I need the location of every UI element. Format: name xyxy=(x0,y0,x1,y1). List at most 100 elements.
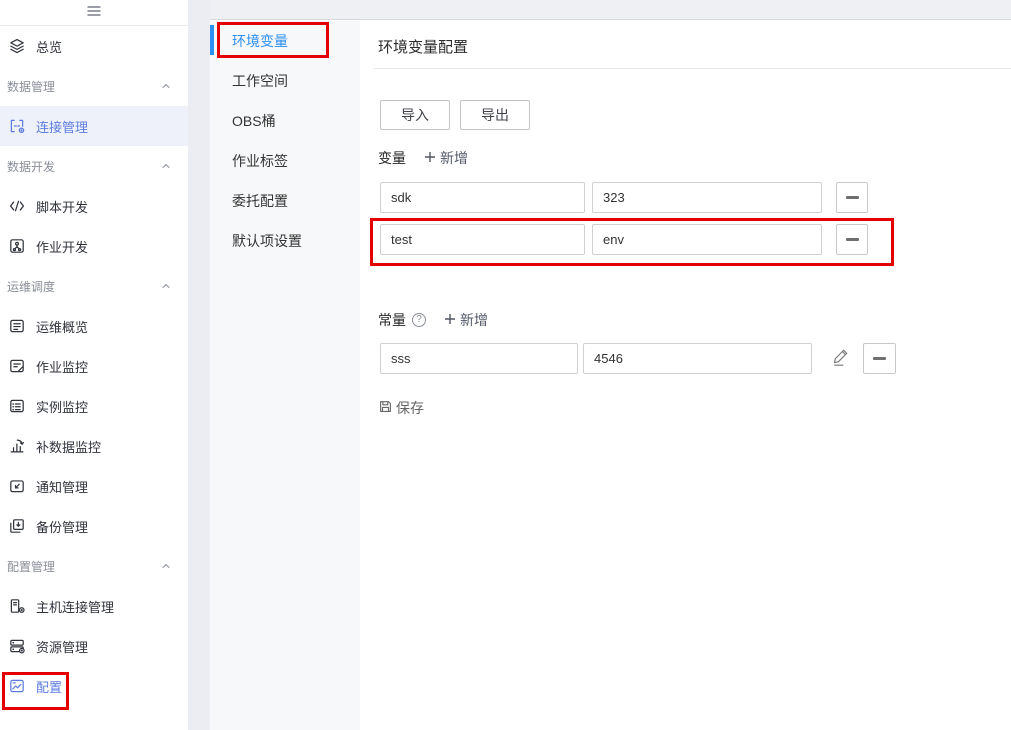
overview-list-icon xyxy=(8,317,26,335)
constant-name-input[interactable] xyxy=(380,343,578,374)
variable-name-input[interactable] xyxy=(380,224,585,255)
sidebar-item-label: 总览 xyxy=(36,39,63,55)
sidebar-item-notification[interactable]: 通知管理 xyxy=(0,466,188,506)
minus-icon xyxy=(845,238,859,241)
layers-icon xyxy=(8,37,26,55)
variable-row xyxy=(380,224,868,255)
plus-icon xyxy=(444,312,456,328)
chevron-up-icon xyxy=(160,560,172,572)
sidebar-item-label: 备份管理 xyxy=(36,519,89,535)
import-export-toolbar: 导入 导出 xyxy=(380,100,530,130)
sidebar-gutter xyxy=(188,0,210,730)
job-icon xyxy=(8,237,26,255)
sidebar-item-overview-list[interactable]: 运维概览 xyxy=(0,306,188,346)
sidebar-group-label: 运维调度 xyxy=(7,279,56,294)
variables-label: 变量 xyxy=(378,150,406,166)
connection-icon xyxy=(8,117,26,135)
script-icon xyxy=(8,197,26,215)
edit-constant-button[interactable] xyxy=(828,343,854,374)
sidebar-item-host[interactable]: 主机连接管理 xyxy=(0,586,188,626)
constant-value-input[interactable] xyxy=(583,343,812,374)
save-label: 保存 xyxy=(396,400,424,416)
sidebar-item-label: 作业监控 xyxy=(36,359,89,375)
sidebar-group-header[interactable]: 数据管理 xyxy=(0,66,188,106)
variable-row xyxy=(380,182,868,213)
sidebar: 总览数据管理连接管理数据开发脚本开发作业开发运维调度运维概览作业监控实例监控补数… xyxy=(0,0,188,730)
help-icon[interactable] xyxy=(412,313,426,327)
settings-tab-panel: 环境变量 工作空间 OBS桶 作业标签 委托配置 默认项设置 xyxy=(210,21,360,730)
variables-rows xyxy=(380,182,868,266)
sidebar-item-instance-monitor[interactable]: 实例监控 xyxy=(0,386,188,426)
sidebar-item-label: 实例监控 xyxy=(36,399,89,415)
sidebar-item-data-chart[interactable]: 补数据监控 xyxy=(0,426,188,466)
page-title: 环境变量配置 xyxy=(378,39,469,56)
sidebar-group-label: 数据开发 xyxy=(7,159,56,174)
constant-row xyxy=(380,343,896,374)
notification-icon xyxy=(8,477,26,495)
sidebar-item-label: 资源管理 xyxy=(36,639,89,655)
sidebar-item-job-monitor[interactable]: 作业监控 xyxy=(0,346,188,386)
sidebar-group-header[interactable]: 数据开发 xyxy=(0,146,188,186)
save-button[interactable]: 保存 xyxy=(378,398,424,418)
title-divider xyxy=(374,68,1011,69)
tab-agency-config[interactable]: 委托配置 xyxy=(210,181,360,221)
remove-variable-button[interactable] xyxy=(836,182,868,213)
resource-icon xyxy=(8,637,26,655)
sidebar-item-label: 补数据监控 xyxy=(36,439,102,455)
sidebar-group-header[interactable]: 配置管理 xyxy=(0,546,188,586)
sidebar-item-script[interactable]: 脚本开发 xyxy=(0,186,188,226)
sidebar-item-label: 通知管理 xyxy=(36,479,89,495)
pencil-icon xyxy=(830,346,853,372)
variable-name-input[interactable] xyxy=(380,182,585,213)
tab-workspace[interactable]: 工作空间 xyxy=(210,61,360,101)
sidebar-item-label: 连接管理 xyxy=(36,119,89,135)
sidebar-item-label: 运维概览 xyxy=(36,319,89,335)
main-content: 环境变量配置 导入 导出 变量 新增 常量 新增 保存 xyxy=(360,21,1011,730)
job-monitor-icon xyxy=(8,357,26,375)
tab-job-tags[interactable]: 作业标签 xyxy=(210,141,360,181)
config-icon xyxy=(8,677,26,695)
variable-value-input[interactable] xyxy=(592,182,822,213)
sidebar-item-label: 主机连接管理 xyxy=(36,599,115,615)
remove-constant-button[interactable] xyxy=(863,343,896,374)
sidebar-item-job[interactable]: 作业开发 xyxy=(0,226,188,266)
plus-icon xyxy=(424,150,436,166)
collapse-menu-button[interactable] xyxy=(0,0,188,26)
variables-section-header: 变量 新增 xyxy=(378,148,468,168)
hamburger-icon xyxy=(87,4,101,22)
remove-variable-button[interactable] xyxy=(836,224,868,255)
tab-obs-bucket[interactable]: OBS桶 xyxy=(210,101,360,141)
sidebar-group-label: 配置管理 xyxy=(7,559,56,574)
data-chart-icon xyxy=(8,437,26,455)
sidebar-nav: 总览数据管理连接管理数据开发脚本开发作业开发运维调度运维概览作业监控实例监控补数… xyxy=(0,26,188,706)
variable-value-input[interactable] xyxy=(592,224,822,255)
export-button[interactable]: 导出 xyxy=(460,100,530,130)
add-variable-button[interactable]: 新增 xyxy=(424,148,468,168)
chevron-up-icon xyxy=(160,160,172,172)
sidebar-group-header[interactable]: 运维调度 xyxy=(0,266,188,306)
sidebar-item-config[interactable]: 配置 xyxy=(0,666,188,706)
chevron-up-icon xyxy=(160,280,172,292)
constants-section-header: 常量 新增 xyxy=(378,310,488,330)
add-constant-label: 新增 xyxy=(460,312,488,328)
host-icon xyxy=(8,597,26,615)
backup-icon xyxy=(8,517,26,535)
sidebar-item-label: 配置 xyxy=(36,679,63,695)
tab-default-options[interactable]: 默认项设置 xyxy=(210,221,360,261)
sidebar-item-layers[interactable]: 总览 xyxy=(0,26,188,66)
minus-icon xyxy=(845,196,859,199)
import-button[interactable]: 导入 xyxy=(380,100,450,130)
instance-monitor-icon xyxy=(8,397,26,415)
tab-env-vars[interactable]: 环境变量 xyxy=(210,21,360,61)
minus-icon xyxy=(873,357,886,360)
sidebar-group-label: 数据管理 xyxy=(7,79,56,94)
floppy-disk-icon xyxy=(378,399,393,417)
top-band xyxy=(210,0,1011,20)
add-variable-label: 新增 xyxy=(440,150,468,166)
sidebar-item-connection[interactable]: 连接管理 xyxy=(0,106,188,146)
add-constant-button[interactable]: 新增 xyxy=(444,310,488,330)
sidebar-item-resource[interactable]: 资源管理 xyxy=(0,626,188,666)
constants-rows xyxy=(380,343,896,385)
sidebar-item-backup[interactable]: 备份管理 xyxy=(0,506,188,546)
sidebar-item-label: 作业开发 xyxy=(36,239,89,255)
